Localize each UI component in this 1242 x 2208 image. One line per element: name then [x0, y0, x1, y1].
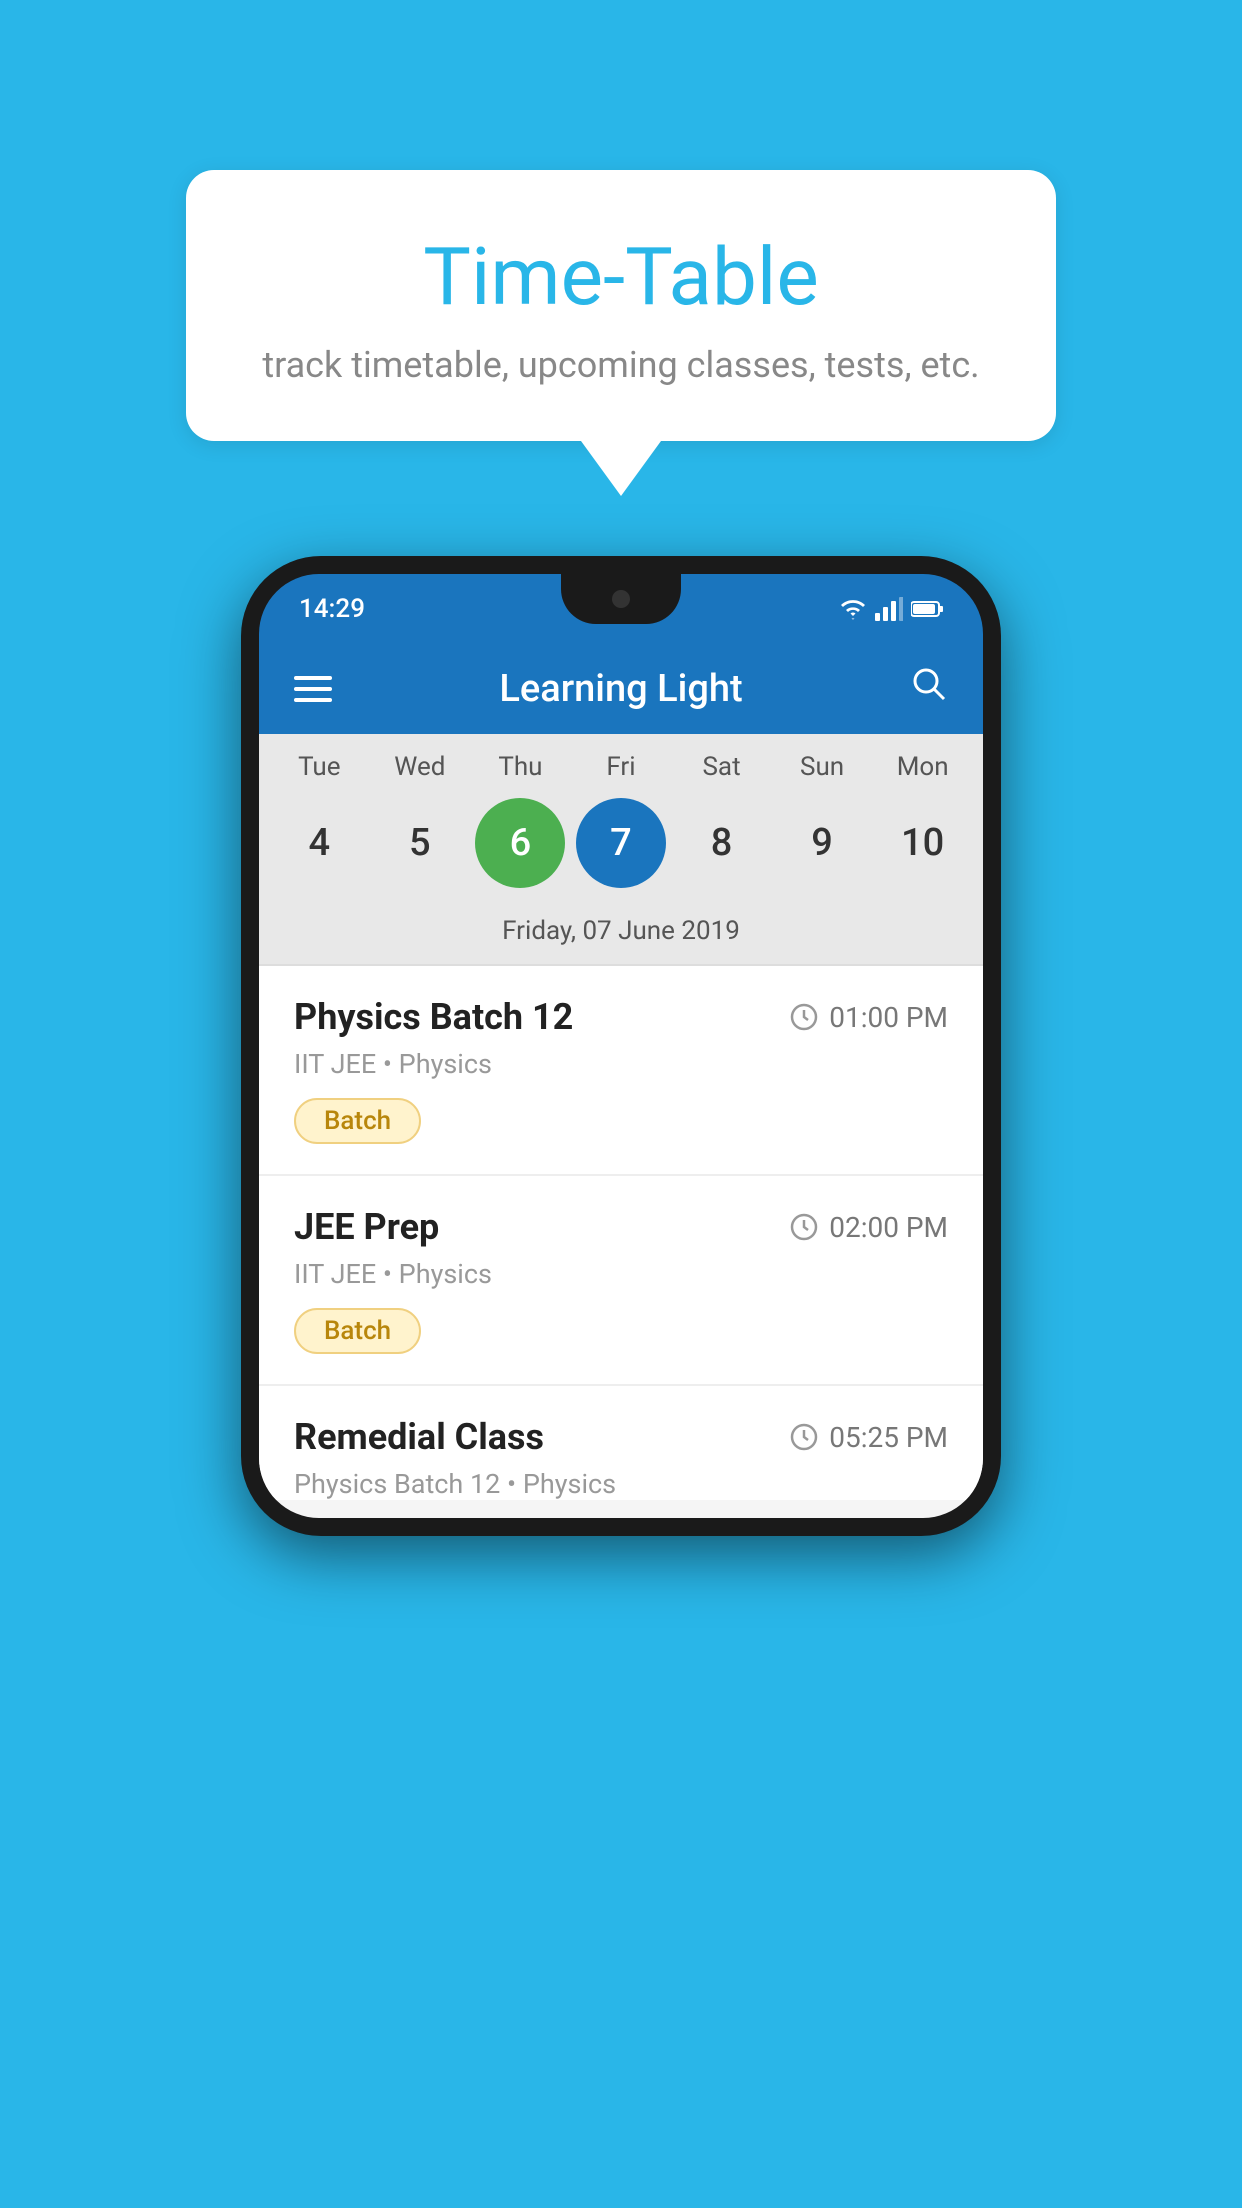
day-label-wed: Wed	[375, 752, 465, 782]
status-bar: 14:29	[259, 574, 983, 644]
schedule-title-2: JEE Prep	[294, 1206, 439, 1248]
day-label-fri: Fri	[576, 752, 666, 782]
schedule-title-1: Physics Batch 12	[294, 996, 573, 1038]
batch-badge-1: Batch	[294, 1098, 421, 1144]
time-value-3: 05:25 PM	[829, 1421, 948, 1454]
cal-date-8[interactable]: 8	[677, 798, 767, 888]
day-label-mon: Mon	[878, 752, 968, 782]
schedule-subtitle-3: Physics Batch 12 • Physics	[294, 1468, 948, 1500]
schedule-item-3[interactable]: Remedial Class 05:25 PM Physics Batch 12…	[259, 1386, 983, 1500]
phone-mockup: 14:29	[241, 556, 1001, 1536]
day-label-tue: Tue	[274, 752, 364, 782]
cal-date-4[interactable]: 4	[274, 798, 364, 888]
schedule-item-3-header: Remedial Class 05:25 PM	[294, 1416, 948, 1458]
schedule-subtitle-1: IIT JEE • Physics	[294, 1048, 948, 1080]
cal-date-5[interactable]: 5	[375, 798, 465, 888]
schedule-item-2[interactable]: JEE Prep 02:00 PM IIT JEE • Physics Batc…	[259, 1176, 983, 1386]
calendar-dates: 4 5 6 7 8 9 10	[259, 790, 983, 906]
cal-date-7-selected[interactable]: 7	[576, 798, 666, 888]
signal-icon	[875, 597, 903, 621]
schedule-title-3: Remedial Class	[294, 1416, 544, 1458]
speech-bubble-container: Time-Table track timetable, upcoming cla…	[186, 170, 1056, 496]
wifi-icon	[839, 598, 867, 620]
search-button[interactable]	[910, 665, 948, 713]
page-subtitle: track timetable, upcoming classes, tests…	[246, 344, 996, 386]
status-icons	[839, 597, 943, 621]
time-value-1: 01:00 PM	[829, 1001, 948, 1034]
battery-icon	[911, 600, 943, 618]
menu-button[interactable]	[294, 676, 332, 702]
selected-date-label: Friday, 07 June 2019	[259, 906, 983, 964]
day-label-sat: Sat	[677, 752, 767, 782]
speech-bubble: Time-Table track timetable, upcoming cla…	[186, 170, 1056, 441]
schedule-subtitle-2: IIT JEE • Physics	[294, 1258, 948, 1290]
app-screen: Learning Light Tue Wed Thu Fri Sat Sun M…	[259, 644, 983, 1518]
schedule-item-1[interactable]: Physics Batch 12 01:00 PM IIT JEE • Phys…	[259, 966, 983, 1176]
batch-badge-2: Batch	[294, 1308, 421, 1354]
cal-date-6-today[interactable]: 6	[475, 798, 565, 888]
camera	[612, 590, 630, 608]
clock-icon-1	[789, 1002, 819, 1032]
notch	[561, 574, 681, 624]
schedule-time-2: 02:00 PM	[789, 1211, 948, 1244]
cal-date-9[interactable]: 9	[777, 798, 867, 888]
schedule-time-3: 05:25 PM	[789, 1421, 948, 1454]
app-toolbar: Learning Light	[259, 644, 983, 734]
clock-icon-2	[789, 1212, 819, 1242]
page-title: Time-Table	[246, 230, 996, 324]
schedule-time-1: 01:00 PM	[789, 1001, 948, 1034]
status-time: 14:29	[299, 594, 365, 624]
day-label-sun: Sun	[777, 752, 867, 782]
speech-bubble-tail	[581, 441, 661, 496]
schedule-item-1-header: Physics Batch 12 01:00 PM	[294, 996, 948, 1038]
calendar-day-labels: Tue Wed Thu Fri Sat Sun Mon	[259, 734, 983, 790]
app-title: Learning Light	[499, 667, 742, 711]
cal-date-10[interactable]: 10	[878, 798, 968, 888]
day-label-thu: Thu	[475, 752, 565, 782]
time-value-2: 02:00 PM	[829, 1211, 948, 1244]
phone-frame: 14:29	[241, 556, 1001, 1536]
clock-icon-3	[789, 1422, 819, 1452]
schedule-item-2-header: JEE Prep 02:00 PM	[294, 1206, 948, 1248]
